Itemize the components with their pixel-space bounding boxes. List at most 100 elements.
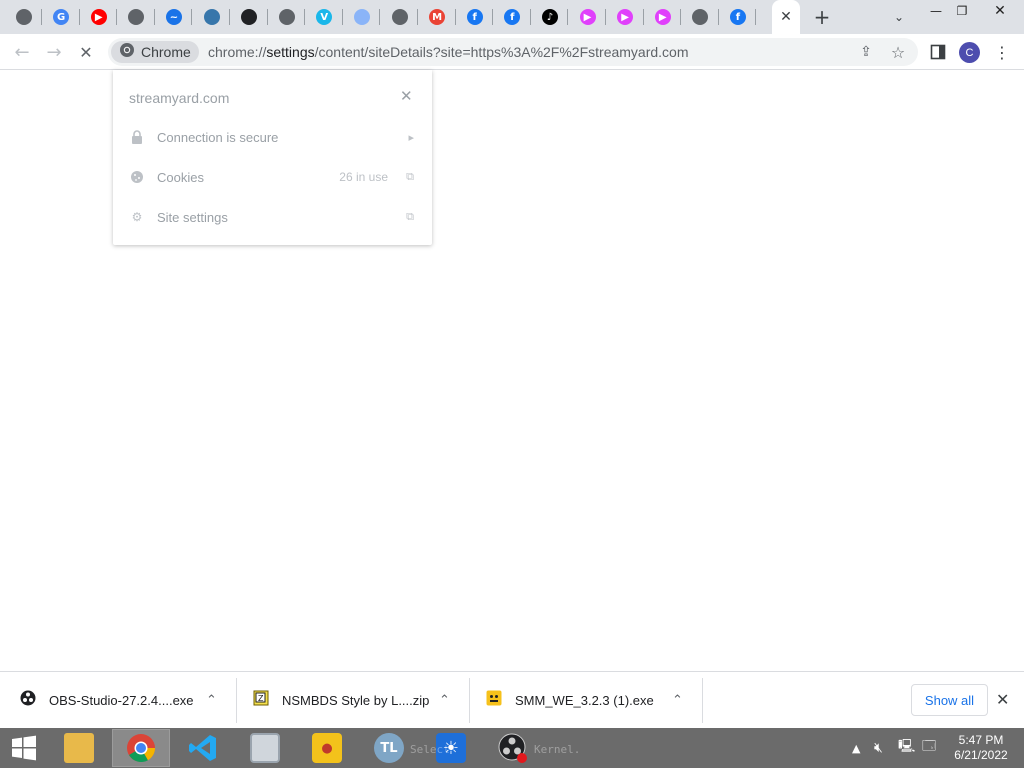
close-window-button[interactable]: ✕ bbox=[984, 0, 1016, 22]
browser-tab[interactable] bbox=[381, 0, 418, 34]
chrome-icon bbox=[391, 9, 408, 25]
ghost-text: Kernel. bbox=[534, 743, 581, 756]
folder-icon bbox=[64, 733, 94, 763]
network-icon[interactable]: 🖳︎ bbox=[898, 728, 915, 768]
external-link-icon: ⧉ bbox=[406, 170, 414, 183]
download-filename: SMM_WE_3.2.3 (1).exe bbox=[515, 693, 654, 708]
volume-muted-icon[interactable]: 🔇︎ bbox=[874, 728, 883, 768]
smm-app-icon bbox=[486, 690, 502, 711]
download-filename: OBS-Studio-27.2.4....exe bbox=[49, 693, 194, 708]
chrome-icon bbox=[119, 42, 135, 63]
youtube-icon: ▶ bbox=[90, 9, 107, 25]
browser-tab[interactable] bbox=[5, 0, 42, 34]
stop-loading-button[interactable]: ✕ bbox=[72, 38, 100, 66]
download-filename: NSMBDS Style by L....zip bbox=[282, 693, 430, 708]
wave-app-icon: ~ bbox=[165, 9, 182, 25]
profile-avatar[interactable]: C bbox=[959, 42, 980, 63]
restore-button[interactable]: ❐ bbox=[946, 0, 978, 22]
browser-tab[interactable]: ▶ bbox=[607, 0, 644, 34]
show-hidden-icons-button[interactable]: ▲ bbox=[852, 728, 860, 768]
tiktok-icon: ♪ bbox=[541, 9, 558, 25]
facebook-icon: f bbox=[729, 9, 746, 25]
vscode-icon bbox=[189, 735, 216, 761]
taskbar-game-app[interactable]: ● bbox=[298, 729, 356, 767]
taskbar-chrome[interactable] bbox=[112, 729, 170, 767]
clock-date: 6/21/2022 bbox=[954, 748, 1008, 762]
chevron-up-icon[interactable]: ⌃ bbox=[206, 693, 217, 708]
share-icon[interactable]: ⇪ bbox=[856, 42, 876, 62]
bookmark-star-icon[interactable]: ☆ bbox=[888, 42, 908, 62]
external-link-icon: ⧉ bbox=[406, 210, 414, 223]
show-all-button[interactable]: Show all bbox=[911, 684, 988, 716]
loading-spinner-icon bbox=[353, 9, 370, 25]
address-bar[interactable]: Chrome chrome://settings/content/siteDet… bbox=[108, 38, 918, 66]
connection-row[interactable]: Connection is secure ▸ bbox=[113, 117, 432, 157]
chrome-menu-button[interactable]: ⋮ bbox=[988, 38, 1016, 66]
browser-tab[interactable] bbox=[682, 0, 719, 34]
taskbar-clock[interactable]: 5:47 PM 6/21/2022 bbox=[950, 733, 1012, 763]
browser-tab[interactable] bbox=[193, 0, 230, 34]
site-info-chip-label: Chrome bbox=[141, 44, 191, 60]
zip-archive-icon: Z bbox=[253, 690, 269, 711]
download-item[interactable]: SMM_WE_3.2.3 (1).exe ⌃ bbox=[486, 678, 696, 723]
browser-tab[interactable]: ▶ bbox=[80, 0, 118, 34]
chevron-up-icon[interactable]: ⌃ bbox=[672, 693, 683, 708]
browser-tab[interactable]: ▶ bbox=[644, 0, 682, 34]
gmail-icon: M bbox=[429, 9, 446, 25]
active-tab[interactable]: ✕ bbox=[772, 0, 800, 34]
popup-site-title: streamyard.com bbox=[129, 90, 230, 106]
taskbar-file-explorer[interactable] bbox=[50, 729, 108, 767]
chevron-right-icon: ▸ bbox=[408, 130, 414, 144]
tab-search-button[interactable]: ⌄ bbox=[888, 0, 910, 34]
google-icon: G bbox=[53, 9, 70, 25]
browser-tab[interactable]: f bbox=[719, 0, 757, 34]
browser-tab[interactable]: V bbox=[306, 0, 343, 34]
google-play-icon: ▶ bbox=[654, 9, 671, 25]
chevron-up-icon[interactable]: ⌃ bbox=[439, 693, 450, 708]
browser-tab[interactable]: ▶ bbox=[569, 0, 606, 34]
back-button[interactable]: ← bbox=[8, 38, 36, 66]
taskbar-task-manager[interactable] bbox=[236, 729, 294, 767]
forward-button[interactable]: → bbox=[40, 38, 68, 66]
side-panel-icon bbox=[930, 44, 946, 60]
download-divider bbox=[236, 678, 237, 723]
ghost-text: Select bbox=[410, 743, 450, 756]
cookie-icon bbox=[129, 169, 145, 185]
clock-time: 5:47 PM bbox=[958, 733, 1004, 747]
side-panel-button[interactable] bbox=[924, 38, 952, 66]
facebook-icon: f bbox=[504, 9, 521, 25]
close-tab-icon[interactable]: ✕ bbox=[780, 9, 792, 25]
cookies-row[interactable]: Cookies 26 in use ⧉ bbox=[113, 157, 432, 197]
browser-tab[interactable]: ♪ bbox=[531, 0, 569, 34]
popup-close-icon[interactable]: ✕ bbox=[400, 87, 413, 105]
notification-icon[interactable]: 🗔︎ bbox=[922, 728, 936, 768]
browser-tab[interactable]: G bbox=[43, 0, 80, 34]
browser-tab[interactable] bbox=[268, 0, 306, 34]
browser-tab[interactable]: f bbox=[456, 0, 494, 34]
taskbar-vscode[interactable] bbox=[174, 729, 232, 767]
download-item[interactable]: OBS-Studio-27.2.4....exe ⌃ bbox=[20, 678, 230, 723]
game-app-icon: ● bbox=[312, 733, 342, 763]
gear-icon: ⚙ bbox=[131, 210, 143, 224]
browser-tab[interactable] bbox=[231, 0, 268, 34]
tl-app-icon: TL bbox=[374, 733, 404, 763]
site-info-chip[interactable]: Chrome bbox=[111, 41, 199, 63]
url-text[interactable]: chrome://settings/content/siteDetails?si… bbox=[208, 44, 689, 60]
page-info-popup: streamyard.com ✕ Connection is secure ▸ … bbox=[113, 70, 432, 245]
download-bar: OBS-Studio-27.2.4....exe ⌃ Z NSMBDS Styl… bbox=[0, 671, 1024, 728]
globe-icon bbox=[15, 9, 32, 25]
browser-tab[interactable]: f bbox=[494, 0, 531, 34]
globe-icon bbox=[128, 9, 145, 25]
download-item[interactable]: Z NSMBDS Style by L....zip ⌃ bbox=[253, 678, 463, 723]
browser-tab[interactable] bbox=[343, 0, 381, 34]
python-icon bbox=[203, 9, 220, 25]
new-tab-button[interactable]: + bbox=[810, 0, 834, 34]
site-settings-row[interactable]: ⚙ Site settings ⧉ bbox=[113, 197, 432, 237]
browser-tab[interactable]: ~ bbox=[155, 0, 193, 34]
connection-label: Connection is secure bbox=[157, 129, 279, 145]
browser-tab[interactable] bbox=[118, 0, 155, 34]
browser-tab[interactable]: M bbox=[419, 0, 456, 34]
close-download-bar-icon[interactable]: ✕ bbox=[996, 690, 1009, 709]
download-divider bbox=[469, 678, 470, 723]
start-button[interactable] bbox=[0, 729, 48, 767]
